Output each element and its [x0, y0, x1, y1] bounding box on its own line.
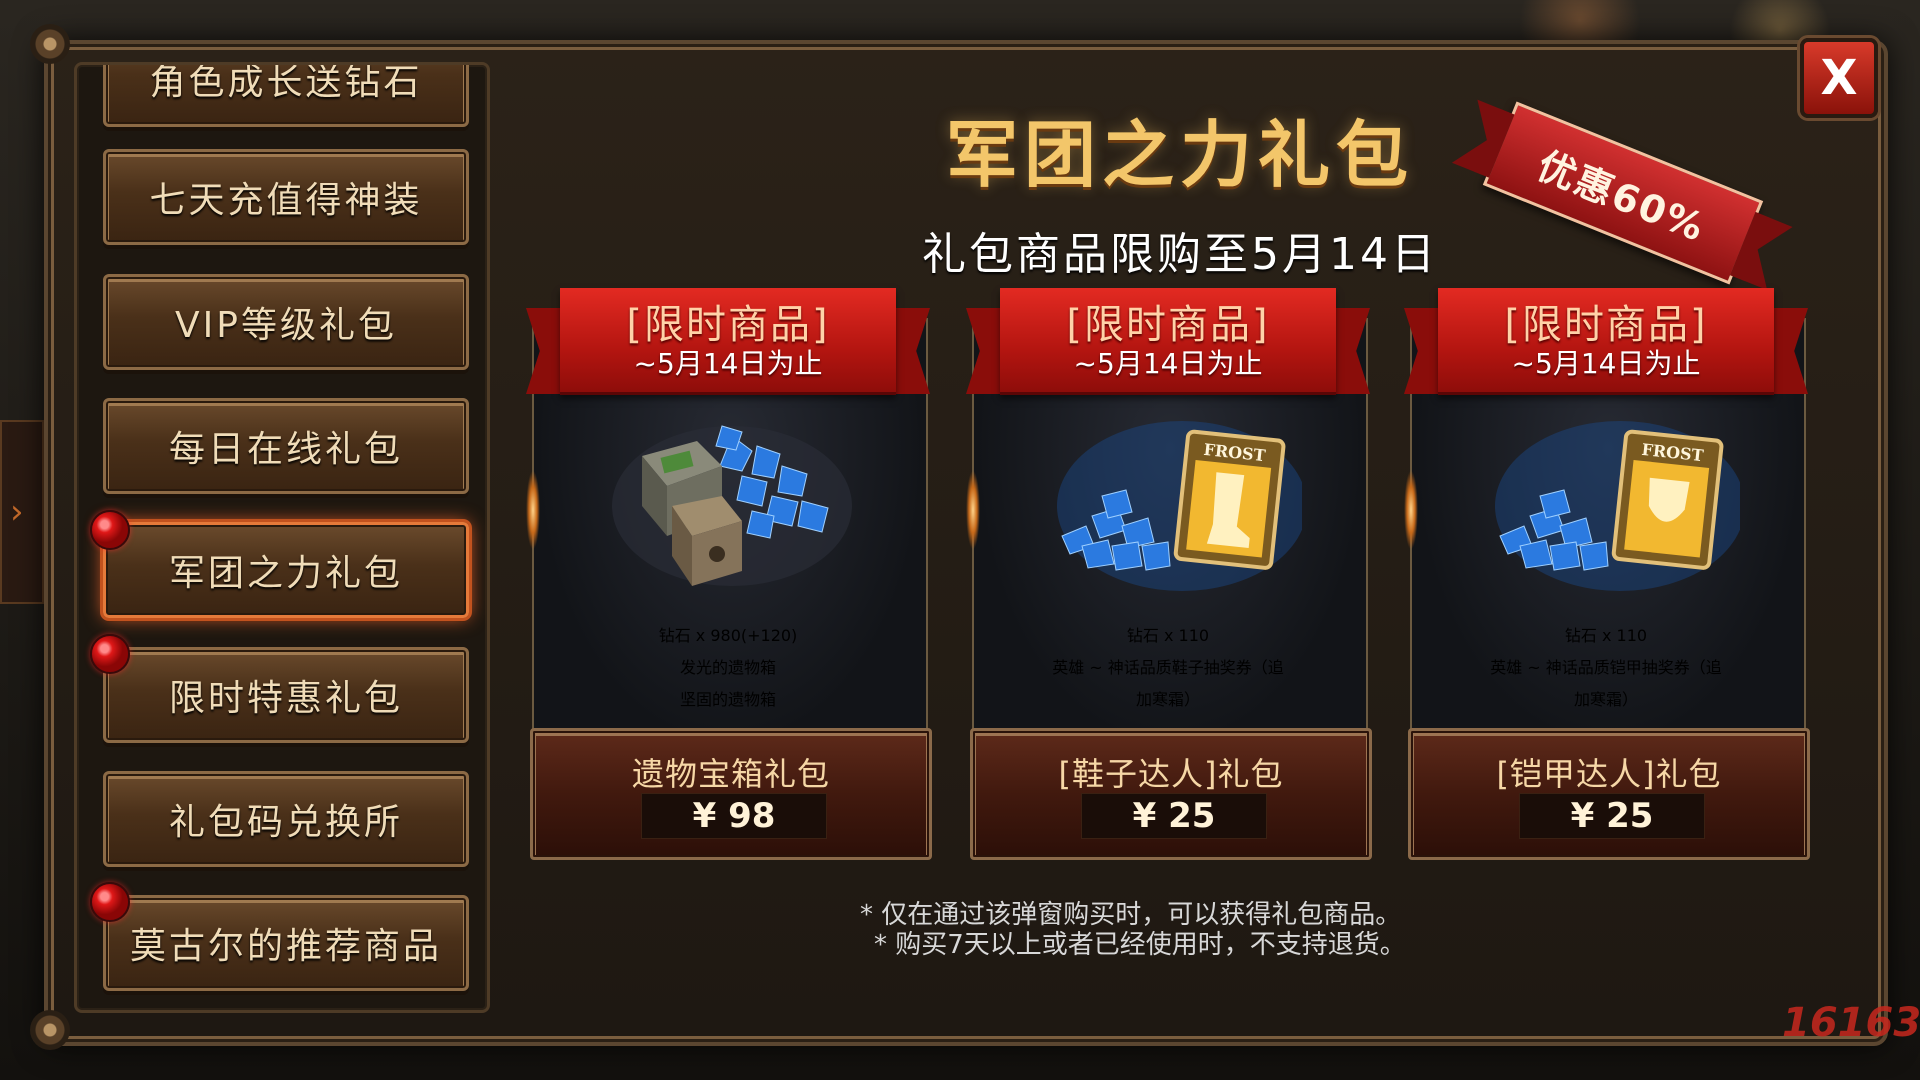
reward-item: 发光的遗物箱 [679, 658, 776, 677]
notification-badge [90, 634, 130, 674]
product-card: [限时商品] ~5月14日为止 FROST 钻石 x 110 英雄 ~ 神话品质… [966, 288, 1372, 860]
sidebar-item-seven-day-recharge[interactable]: 七天充值得神装 [103, 149, 469, 245]
sidebar-item-label: 角色成长送钻石 [149, 62, 423, 103]
reward-diamonds: 钻石 x 980(+120) [658, 626, 798, 645]
note-line: * 购买7天以上或者已经使用时，不支持退货。 [874, 930, 1406, 960]
sidebar-item-growth-diamonds[interactable]: 角色成长送钻石 [103, 62, 469, 127]
notification-badge [90, 510, 130, 550]
limited-ribbon: [限时商品] ~5月14日为止 [966, 288, 1370, 395]
reward-item: 坚固的遗物箱 [679, 690, 776, 709]
chevron-right-icon: › [10, 492, 24, 532]
sidebar-item-limited-offer[interactable]: 限时特惠礼包 [103, 647, 469, 743]
buy-button[interactable]: [铠甲达人]礼包 ¥ 25 [1408, 728, 1810, 860]
corner-ornament-icon [30, 1010, 70, 1050]
purchase-deadline-text: 礼包商品限购至5月14日 [922, 229, 1438, 280]
purchase-notes: * 仅在通过该弹窗购买时，可以获得礼包商品。 * 购买7天以上或者已经使用时，不… [860, 900, 1520, 960]
sidebar-item-label: 莫古尔的推荐商品 [129, 926, 442, 967]
price-label: ¥ 25 [1519, 793, 1705, 839]
site-watermark: 16163 [1782, 1000, 1920, 1046]
sidebar-item-daily-online[interactable]: 每日在线礼包 [103, 398, 469, 494]
sidebar: 角色成长送钻石 七天充值得神装 VIP等级礼包 每日在线礼包 军团之力礼包 限时… [74, 62, 490, 1013]
sidebar-item-label: 军团之力礼包 [168, 553, 403, 594]
price-label: ¥ 25 [1081, 793, 1267, 839]
card-edge-glow [966, 470, 980, 550]
package-name: 遗物宝箱礼包 [631, 755, 830, 793]
ribbon-deadline: ~5月14日为止 [633, 347, 823, 380]
frost-boots-ticket-icon: FROST [1057, 421, 1302, 591]
game-side-tab[interactable]: › [0, 420, 44, 604]
relic-box-diamonds-icon [612, 425, 852, 586]
package-name: [鞋子达人]礼包 [1058, 755, 1284, 793]
sidebar-item-label: VIP等级礼包 [175, 305, 397, 346]
buy-button[interactable]: [鞋子达人]礼包 ¥ 25 [970, 728, 1372, 860]
sidebar-item-legion-power[interactable]: 军团之力礼包 [103, 522, 469, 618]
limited-ribbon: [限时商品] ~5月14日为止 [1404, 288, 1808, 395]
frost-armor-ticket-icon: FROST [1495, 421, 1740, 591]
sidebar-item-code-exchange[interactable]: 礼包码兑换所 [103, 771, 469, 867]
reward-item: 英雄 ~ 神话品质鞋子抽奖券（追 [1052, 658, 1284, 677]
reward-diamonds: 钻石 x 110 [1126, 626, 1210, 645]
ribbon-deadline: ~5月14日为止 [1073, 347, 1263, 380]
page-title: 军团之力礼包 [945, 112, 1414, 197]
sidebar-item-vip-gift[interactable]: VIP等级礼包 [103, 274, 469, 370]
corner-ornament-icon [30, 24, 70, 64]
sidebar-item-mogul-recommend[interactable]: 莫古尔的推荐商品 [103, 895, 469, 991]
close-button[interactable]: X [1800, 38, 1878, 118]
reward-diamonds: 钻石 x 110 [1564, 626, 1648, 645]
sidebar-item-label: 礼包码兑换所 [168, 802, 403, 843]
ribbon-deadline: ~5月14日为止 [1511, 347, 1701, 380]
reward-item: 英雄 ~ 神话品质铠甲抽奖券（追 [1490, 658, 1722, 677]
sidebar-item-label: 每日在线礼包 [168, 429, 403, 470]
product-card: [限时商品] ~5月14日为止 FROST 钻石 x 110 英雄 ~ 神话品质… [1404, 288, 1810, 860]
limited-ribbon: [限时商品] ~5月14日为止 [526, 288, 930, 395]
sidebar-item-label: 七天充值得神装 [149, 180, 423, 221]
package-name: [铠甲达人]礼包 [1496, 755, 1722, 793]
buy-button[interactable]: 遗物宝箱礼包 ¥ 98 [530, 728, 932, 860]
sidebar-item-label: 限时特惠礼包 [168, 678, 403, 719]
product-card: [限时商品] ~5月14日为止 钻石 x 980(+120) 发光的遗物箱 坚固… [526, 288, 932, 860]
notification-badge [90, 882, 130, 922]
close-icon: X [1820, 50, 1858, 106]
card-edge-glow [526, 470, 540, 550]
reward-item: 加寒霜） [1573, 690, 1638, 709]
card-edge-glow [1404, 470, 1418, 550]
note-line: * 仅在通过该弹窗购买时，可以获得礼包商品。 [860, 900, 1402, 930]
reward-item: 加寒霜） [1135, 690, 1200, 709]
price-label: ¥ 98 [641, 793, 827, 839]
